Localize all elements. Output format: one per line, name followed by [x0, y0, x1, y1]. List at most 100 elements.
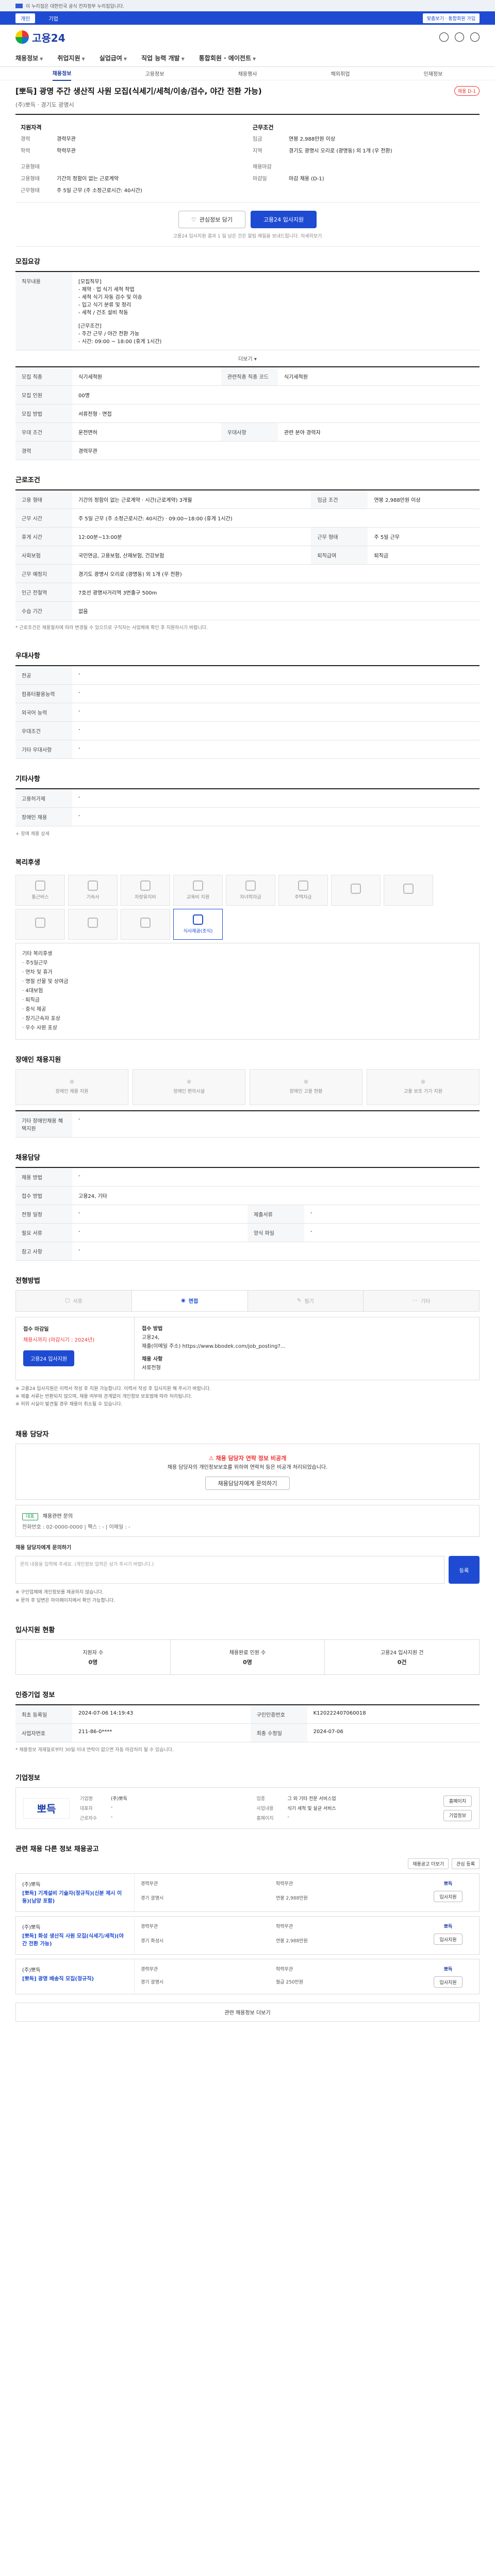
row-value: 12:00분~13:00분 [72, 527, 311, 546]
inquiry-textarea[interactable]: 문의 내용을 입력해 주세요. (개인정보 입력은 삼가 주시기 바랍니다.) [15, 1556, 444, 1584]
status-value: 0명 [243, 1659, 252, 1666]
benefit-icon [35, 918, 45, 928]
benefit-icon [403, 884, 414, 894]
company-value: 식기 세척 및 살균 서비스 [287, 1806, 336, 1812]
similar-title[interactable]: [뽀득] 화성 생산직 사원 모집(식세기/세척)(야간 전환 가능) [22, 1933, 128, 1948]
contact-sub: 대표 채용관련 문의 전화번호 : 02-0000-0000 | 팩스 : - … [15, 1505, 480, 1537]
row-value: - [304, 1205, 480, 1224]
welfare-line: · 퇴직금 [22, 997, 40, 1003]
support-icon: ◎ [304, 1079, 308, 1085]
similar-job-card[interactable]: (주)뽀득 [뽀득] 기계설비 기술자(정규직)(신분 제시 이동)(남양 포함)… [15, 1873, 480, 1912]
process-deadline: 접수 마감일 채용시까지 (마감시기 : 2024년) 고용24 입사지원 [16, 1317, 135, 1380]
status-items: 지원자 수 0명 채용완료 인원 수 0명 고용24 입사지원 건 0건 [15, 1639, 480, 1675]
similar-job-card[interactable]: (주)뽀득 [뽀득] 광명 배송직 모집(정규직) 경력무관 학력무관 경기 광명시 월급… [15, 1959, 480, 1995]
welfare-icon-card: 차량유지비 [121, 874, 170, 906]
similar-apply-button[interactable]: 입사지원 [434, 1976, 463, 1988]
similar-meta-item: 경력무관 [141, 1924, 158, 1930]
similar-apply-button[interactable]: 입사지원 [434, 1934, 463, 1945]
scrap-button[interactable]: ♡ 관심정보 담기 [178, 211, 245, 228]
subnav-item[interactable]: 고용정보 [145, 66, 164, 80]
table-row: 컴퓨터활용능력 - [15, 684, 480, 704]
row-label: 최종 수정일 [250, 1723, 307, 1743]
similar-meta-item: 연봉 2,988만원 [276, 1938, 308, 1944]
section-similar: 관련 채용 다른 정보 채용공고 채용공고 더보기 관심 등록 (주)뽀득 [뽀득… [15, 1834, 480, 2035]
member-link[interactable]: 맞춤보기 · 통합회원 가입 [422, 13, 480, 23]
subnav-item[interactable]: 채용정보 [52, 66, 72, 81]
nav-item[interactable]: 취업지원 ▼ [57, 54, 85, 62]
status-value: 0건 [397, 1659, 407, 1666]
table-row: 최초 등록일 2024-07-06 14:19:43 구인인증번호 K12022240… [15, 1705, 480, 1724]
tab-personal[interactable]: 개인 [15, 13, 36, 23]
welfare-icon-card: 기숙사 [68, 874, 118, 906]
action-buttons: ♡ 관심정보 담기 고용24 입사지원 [15, 202, 480, 232]
brand-logo[interactable]: 고용24 [15, 30, 65, 45]
nav-item[interactable]: 채용정보 ▼ [15, 54, 43, 62]
section-recruit: 모집요강 직무내용 [모집직무] - 제약 · 업 식기 세척 작업 - 세척 식기… [15, 247, 480, 465]
status-label: 채용완료 인원 수 [229, 1650, 266, 1656]
section-title: 전형방법 [15, 1277, 40, 1285]
row-value: - [72, 807, 480, 827]
company-value: - [287, 1815, 289, 1820]
summary-key: 마감일 [253, 176, 267, 182]
row-label: 수습 기간 [15, 601, 72, 620]
similar-job-card[interactable]: (주)뽀득 [뽀득] 화성 생산직 사원 모집(식세기/세척)(야간 전환 가능)… [15, 1916, 480, 1955]
summary-value: 연봉 2,988만원 이상 [289, 137, 336, 142]
company-key: 홈페이지 [256, 1816, 274, 1822]
nav-item[interactable]: 직업 능력 개발 ▼ [141, 54, 185, 62]
nav-item[interactable]: 통합회원 · 에이전트 ▼ [199, 54, 256, 62]
similar-side: 뽀득 입사지원 [417, 1874, 479, 1911]
row-value: 연봉 2,988만원 이상 [368, 490, 480, 509]
alert-title: ⚠ 채용 담당자 연락 정보 비공개 [208, 1454, 287, 1462]
tab-company[interactable]: 기업 [43, 13, 63, 23]
more-button[interactable]: 더보기 ▾ [15, 350, 480, 366]
similar-more-button[interactable]: 채용공고 더보기 [408, 1858, 449, 1870]
hiring-card-label: 장애인 고용 현황 [289, 1089, 323, 1095]
similar-more-link[interactable]: 관련 채용정보 더보기 [15, 2003, 480, 2022]
subnav-item[interactable]: 채용행사 [238, 66, 257, 80]
section-benefits: 우대사항 전공 - 컴퓨터활용능력 - 외국어 능력 - 우대조건 - 기타 우대사항 - [15, 641, 480, 764]
company-info-button[interactable]: 기업정보 [443, 1809, 472, 1821]
section-process: 전형방법 ▢ 서류 ◉ 면접 ✎ 필기 ⋯ 기타 접수 마감일 채용시까지 (마감시기 … [15, 1266, 480, 1419]
benefit-icon [88, 918, 98, 928]
similar-meta-item: 학력무관 [276, 1882, 293, 1887]
similar-title[interactable]: [뽀득] 기계설비 기술자(정규직)(신분 제시 이동)(남양 포함) [22, 1890, 128, 1905]
row-value: - [72, 789, 480, 808]
welfare-line: · 우수 사원 포상 [22, 1025, 57, 1031]
table-row: 사회보험 국민연금, 고용보험, 산재보험, 건강보험 퇴직급여 퇴직금 [15, 546, 480, 565]
search-icon[interactable] [439, 32, 449, 42]
row-label: 장애인 채용 [15, 807, 72, 827]
row-label: 컴퓨터활용능력 [15, 684, 72, 704]
subnav-item[interactable]: 해외취업 [331, 66, 350, 80]
section-other: 기타사항 고용허가제 - 장애인 채용 - + 장애 채용 상세 [15, 764, 480, 847]
row-value: - [72, 666, 480, 685]
tag-badge: 대표 [22, 1513, 38, 1521]
row-label: 제출서류 [248, 1205, 304, 1224]
table-row: 수습 기간 없음 [15, 601, 480, 620]
nav-item[interactable]: 실업급여 ▼ [100, 54, 127, 62]
inquiry-submit-button[interactable]: 등록 [449, 1556, 480, 1584]
top-strip: 개인 기업 맞춤보기 · 통합회원 가입 [0, 11, 495, 25]
other-link[interactable]: + 장애 채용 상세 [15, 826, 480, 842]
subnav-item[interactable]: 인재정보 [424, 66, 443, 80]
header: 고용24 [0, 25, 495, 49]
doc-icon: ▢ [64, 1298, 70, 1304]
similar-fav-button[interactable]: 관심 등록 [452, 1858, 480, 1870]
row-value: - [72, 740, 480, 759]
more-icon: ⋯ [412, 1298, 418, 1304]
similar-title[interactable]: [뽀득] 광명 배송직 모집(정규직) [22, 1975, 128, 1983]
menu-icon[interactable] [470, 32, 480, 42]
apply-button[interactable]: 고용24 입사지원 [250, 211, 317, 228]
company-actions: 홈페이지 기업정보 [443, 1795, 472, 1821]
benefit-icon [140, 880, 151, 891]
contact-sub-detail: 전화번호 : 02-0000-0000 | 팩스 : - | 이메일 : - [22, 1524, 130, 1531]
user-icon[interactable] [455, 32, 464, 42]
contact-button[interactable]: 채용담당자에게 문의하기 [205, 1477, 290, 1490]
gov-banner: 이 누리집은 대한민국 공식 전자정부 누리집입니다. [0, 0, 495, 11]
gov-banner-text: 이 누리집은 대한민국 공식 전자정부 누리집입니다. [26, 4, 125, 9]
apply-button-2[interactable]: 고용24 입사지원 [23, 1350, 75, 1366]
section-welfare: 복리후생 통근버스 기숙사 차량유지비 교육비 지원 자녀학자금 주택자금 식사제공(조식)… [15, 848, 480, 1045]
hiring-card-label: 고용 보조 기기 지원 [404, 1089, 442, 1095]
section-conditions: 근로조건 고용 형태 기간의 정함이 없는 근로계약 · 시간(근로계약) 3개월… [15, 465, 480, 641]
similar-apply-button[interactable]: 입사지원 [434, 1891, 463, 1903]
homepage-button[interactable]: 홈페이지 [443, 1795, 472, 1807]
